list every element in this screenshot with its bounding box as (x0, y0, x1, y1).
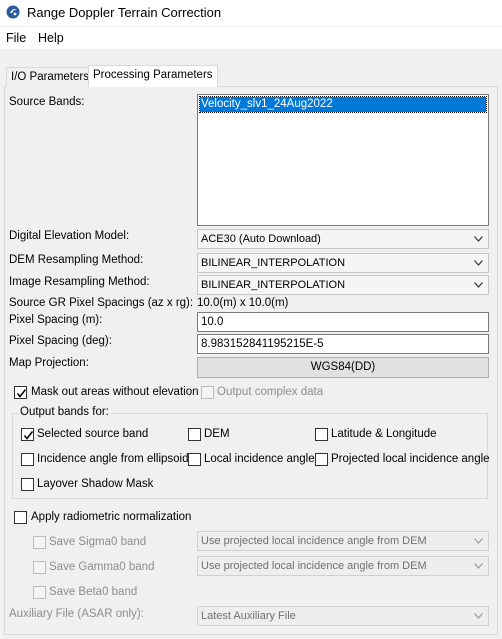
layover-shadow-checkbox[interactable] (21, 478, 34, 491)
chevron-down-icon (474, 236, 483, 242)
local-incidence-checkbox[interactable] (188, 453, 201, 466)
image-resampling-select[interactable]: BILINEAR_INTERPOLATION (197, 275, 489, 295)
projected-local-incidence-checkbox[interactable] (315, 453, 328, 466)
dem-output-checkbox[interactable] (188, 428, 201, 441)
save-beta0-label: Save Beta0 band (49, 586, 138, 598)
lat-lon-checkbox[interactable] (315, 428, 328, 441)
dem-label: Digital Elevation Model: (9, 230, 130, 242)
incidence-ellipsoid-checkbox[interactable] (21, 453, 34, 466)
app-icon (6, 5, 20, 19)
gamma0-select[interactable]: Use projected local incidence angle from… (197, 556, 489, 576)
title-bar: Range Doppler Terrain Correction (0, 0, 502, 26)
output-complex-checkbox[interactable] (201, 386, 214, 399)
selected-source-band-checkbox[interactable] (21, 428, 34, 441)
dem-resampling-label: DEM Resampling Method: (9, 254, 144, 266)
dem-resampling-value: BILINEAR_INTERPOLATION (201, 257, 346, 269)
source-bands-label: Source Bands: (9, 96, 85, 108)
image-resampling-label: Image Resampling Method: (9, 276, 150, 288)
chevron-down-icon (474, 563, 483, 569)
check-icon (23, 431, 34, 440)
local-incidence-label: Local incidence angle (204, 453, 315, 465)
dem-select-value: ACE30 (Auto Download) (201, 233, 321, 245)
gr-spacing-label: Source GR Pixel Spacings (az x rg): (9, 297, 194, 309)
gr-spacing-value: 10.0(m) x 10.0(m) (197, 297, 289, 309)
window-title: Range Doppler Terrain Correction (27, 5, 222, 20)
pixel-spacing-deg-input[interactable]: 8.983152841195215E-5 (197, 334, 489, 354)
lat-lon-label: Latitude & Longitude (331, 428, 437, 440)
save-sigma0-label: Save Sigma0 band (49, 536, 147, 548)
tab-processing-parameters[interactable]: Processing Parameters (88, 65, 218, 87)
save-beta0-checkbox[interactable] (33, 586, 46, 599)
gamma0-select-value: Use projected local incidence angle from… (201, 560, 427, 572)
pixel-spacing-m-label: Pixel Spacing (m): (9, 314, 103, 326)
image-resampling-value: BILINEAR_INTERPOLATION (201, 279, 346, 291)
radiometric-normalization-label: Apply radiometric normalization (31, 511, 192, 523)
map-projection-button[interactable]: WGS84(DD) (197, 357, 489, 378)
source-bands-list[interactable]: Velocity_slv1_24Aug2022 (197, 94, 489, 226)
save-sigma0-checkbox[interactable] (33, 536, 46, 549)
aux-file-select[interactable]: Latest Auxiliary File (197, 606, 489, 626)
output-complex-label: Output complex data (217, 386, 324, 398)
chevron-down-icon (474, 538, 483, 544)
map-projection-label: Map Projection: (9, 357, 89, 369)
output-bands-title: Output bands for: (18, 406, 111, 418)
mask-no-elevation-label: Mask out areas without elevation (31, 386, 199, 398)
aux-file-label: Auxiliary File (ASAR only): (9, 608, 144, 620)
selected-source-band-label: Selected source band (37, 428, 149, 440)
chevron-down-icon (474, 613, 483, 619)
sigma0-select[interactable]: Use projected local incidence angle from… (197, 531, 489, 551)
pixel-spacing-m-input[interactable]: 10.0 (197, 312, 489, 332)
aux-file-select-value: Latest Auxiliary File (201, 610, 296, 622)
tab-io-parameters[interactable]: I/O Parameters (6, 67, 94, 87)
menu-help[interactable]: Help (38, 31, 64, 45)
dem-output-label: DEM (204, 428, 230, 440)
layover-shadow-label: Layover Shadow Mask (37, 478, 154, 490)
pixel-spacing-deg-label: Pixel Spacing (deg): (9, 335, 112, 347)
projected-local-incidence-label: Projected local incidence angle (331, 453, 490, 465)
list-item[interactable]: Velocity_slv1_24Aug2022 (199, 96, 487, 113)
menu-bar: File Help (0, 27, 502, 49)
chevron-down-icon (474, 260, 483, 266)
save-gamma0-label: Save Gamma0 band (49, 561, 155, 573)
menu-file[interactable]: File (6, 31, 26, 45)
dem-resampling-select[interactable]: BILINEAR_INTERPOLATION (197, 253, 489, 273)
save-gamma0-checkbox[interactable] (33, 561, 46, 574)
radiometric-normalization-checkbox[interactable] (14, 511, 27, 524)
check-icon (16, 389, 27, 398)
chevron-down-icon (474, 282, 483, 288)
mask-no-elevation-checkbox[interactable] (14, 386, 27, 399)
dem-select[interactable]: ACE30 (Auto Download) (197, 229, 489, 249)
sigma0-select-value: Use projected local incidence angle from… (201, 535, 427, 547)
incidence-ellipsoid-label: Incidence angle from ellipsoid (37, 453, 189, 465)
